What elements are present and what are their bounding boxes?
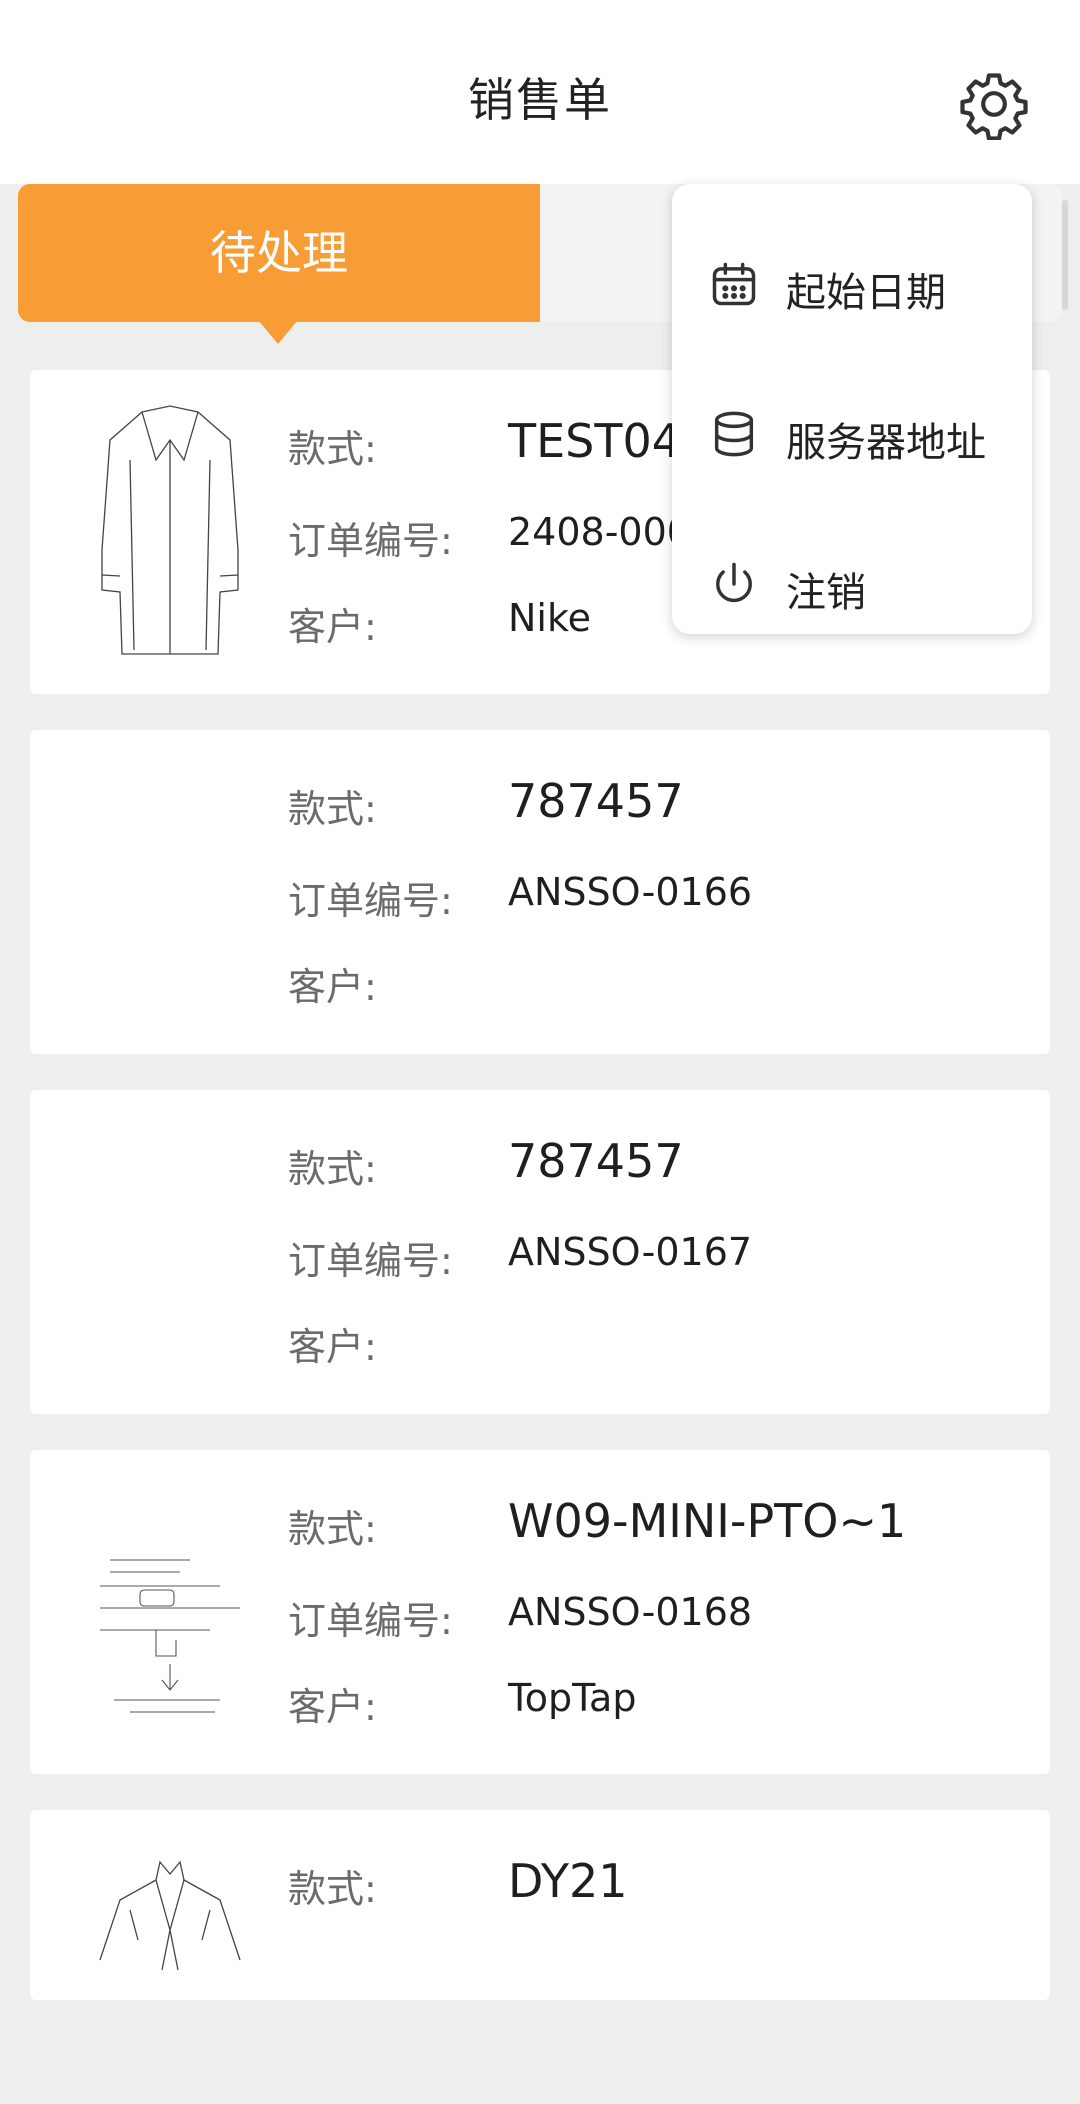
customer-value: Nike: [508, 596, 592, 640]
style-label: 款式:: [288, 1147, 377, 1191]
style-value: W09-MINI-PTO~1: [508, 1494, 907, 1548]
page-title: 销售单: [468, 73, 612, 127]
menu-item-server-address[interactable]: 服务器地址: [672, 384, 1032, 484]
order-number-value: 2408-000: [508, 510, 691, 554]
power-icon: [716, 562, 752, 603]
style-value: DY21: [508, 1854, 628, 1908]
menu-item-label: 服务器地址: [786, 420, 986, 466]
order-number-label: 订单编号:: [288, 1599, 453, 1643]
shirt-sketch-image: [99, 1860, 241, 1971]
style-label: 款式:: [288, 787, 377, 831]
gear-icon[interactable]: [958, 68, 1030, 140]
menu-item-logout[interactable]: 注销: [672, 534, 1032, 634]
style-label: 款式:: [288, 1867, 377, 1911]
order-card[interactable]: 款式: 787457 订单编号: ANSSO-0167 客户:: [30, 1090, 1050, 1414]
style-value: 787457: [508, 1134, 684, 1188]
order-number-value: ANSSO-0168: [508, 1590, 753, 1634]
database-icon: [714, 411, 754, 457]
customer-label: 客户:: [288, 1325, 377, 1369]
style-value: 787457: [508, 774, 684, 828]
customer-value: TopTap: [508, 1676, 637, 1720]
order-number-label: 订单编号:: [288, 519, 453, 563]
order-card[interactable]: 款式: 787457 订单编号: ANSSO-0166 客户:: [30, 730, 1050, 1054]
coat-sketch-image: [101, 405, 239, 655]
menu-item-label: 注销: [786, 570, 866, 616]
app-header: 销售单: [0, 0, 1080, 184]
tab-pending[interactable]: 待处理: [18, 184, 540, 322]
technical-sketch-image: [100, 1559, 240, 1713]
style-label: 款式:: [288, 427, 377, 471]
customer-label: 客户:: [288, 605, 377, 649]
order-number-label: 订单编号:: [288, 1239, 453, 1283]
order-card[interactable]: 款式: W09-MINI-PTO~1 订单编号: ANSSO-0168 客户: …: [30, 1450, 1050, 1774]
settings-dropdown-menu: 起始日期 服务器地址 注销: [672, 184, 1032, 634]
customer-label: 客户:: [288, 1685, 377, 1729]
menu-item-start-date[interactable]: 起始日期: [672, 234, 1032, 334]
style-label: 款式:: [288, 1507, 377, 1551]
order-card[interactable]: 款式: DY21: [30, 1810, 1050, 2000]
menu-item-label: 起始日期: [786, 270, 946, 316]
customer-label: 客户:: [288, 965, 377, 1009]
style-value: TEST04: [508, 414, 681, 468]
tab-indicator: [258, 320, 298, 344]
scrollbar[interactable]: [1062, 200, 1068, 310]
order-number-value: ANSSO-0166: [508, 870, 753, 914]
order-number-value: ANSSO-0167: [508, 1230, 753, 1274]
order-number-label: 订单编号:: [288, 879, 453, 923]
calendar-icon: [712, 262, 756, 306]
